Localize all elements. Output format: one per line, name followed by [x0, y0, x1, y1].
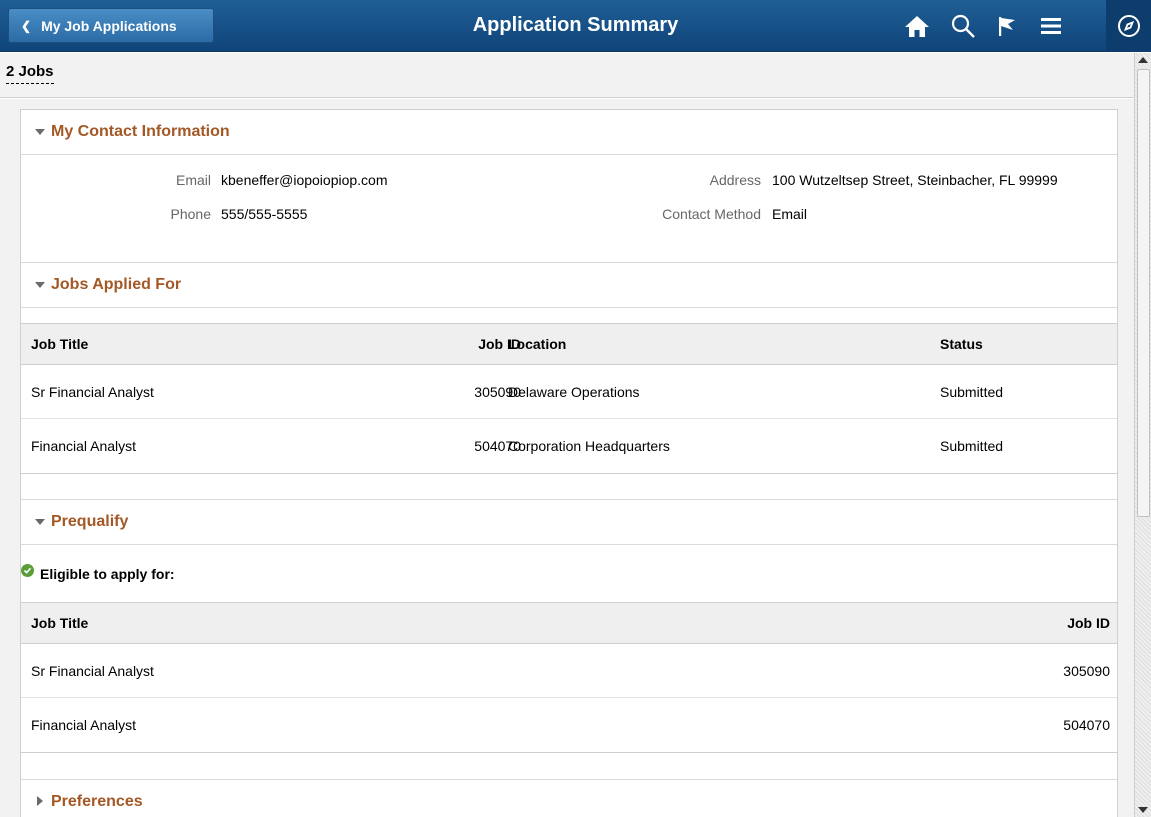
collapsed-triangle-icon [37, 796, 43, 806]
table-row[interactable]: Financial Analyst 504070 [21, 698, 1117, 752]
job-location: Corporation Headquarters [508, 438, 670, 454]
table-row[interactable]: Financial Analyst 504070 Corporation Hea… [21, 419, 1117, 473]
home-icon[interactable] [900, 10, 934, 42]
expand-triangle-icon [35, 282, 45, 288]
address-label: Address [709, 172, 761, 188]
col-header-status: Status [940, 336, 983, 352]
navbar-compass-icon[interactable] [1112, 10, 1146, 42]
col-header-job-id: Job ID [1067, 615, 1110, 631]
job-title: Financial Analyst [31, 717, 137, 733]
expand-triangle-icon [35, 519, 45, 525]
col-header-job-title: Job Title [31, 615, 89, 631]
section-title: My Contact Information [51, 123, 230, 140]
job-title: Sr Financial Analyst [31, 383, 154, 400]
job-id: 305090 [474, 383, 521, 400]
job-id: 305090 [1063, 662, 1110, 679]
phone-label: Phone [170, 206, 211, 222]
job-title: Sr Financial Analyst [31, 662, 154, 679]
col-header-job-id: Job ID [478, 336, 521, 352]
eligible-label: Eligible to apply for: [40, 566, 175, 582]
scroll-down-arrow-icon[interactable] [1138, 807, 1148, 813]
jobs-applied-table: Job Title Job ID Location Status Sr Fina… [21, 323, 1117, 474]
prequalify-table: Job Title Job ID Sr Financial Analyst 30… [21, 602, 1117, 753]
section-prequalify-header[interactable]: Prequalify [21, 500, 1117, 545]
email-label: Email [175, 172, 211, 188]
address-value: 100 Wutzeltsep Street, Steinbacher, FL 9… [772, 172, 1058, 188]
table-row[interactable]: Sr Financial Analyst 305090 Delaware Ope… [21, 365, 1117, 419]
scrollbar-thumb[interactable] [1137, 69, 1150, 517]
job-status: Submitted [940, 383, 1004, 400]
job-status: Submitted [940, 438, 1004, 454]
email-value: kbeneffer@iopoiopiop.com [221, 172, 388, 188]
expand-triangle-icon [35, 129, 45, 135]
content-area: My Contact Information Email kbeneffer@i… [0, 99, 1134, 817]
app-header: ❮ My Job Applications Application Summar… [0, 0, 1151, 52]
subheader: 2 Jobs [0, 53, 1134, 98]
col-header-location: Location [508, 336, 567, 352]
table-header: Job Title Job ID [21, 603, 1117, 644]
scroll-up-arrow-icon[interactable] [1138, 57, 1148, 63]
check-circle-icon [21, 563, 34, 577]
contact-method-value: Email [772, 206, 808, 222]
section-contact-header[interactable]: My Contact Information [21, 110, 1117, 155]
job-id: 504070 [474, 438, 521, 454]
summary-panel: My Contact Information Email kbeneffer@i… [20, 109, 1118, 817]
search-icon[interactable] [946, 10, 980, 42]
section-title: Jobs Applied For [51, 276, 182, 293]
col-header-job-title: Job Title [31, 336, 89, 352]
table-header: Job Title Job ID Location Status [21, 324, 1117, 365]
menu-icon[interactable] [1034, 10, 1068, 42]
eligible-label-wrap: Eligible to apply for: [21, 563, 175, 582]
eligible-row: Eligible to apply for: [21, 563, 421, 588]
back-button-label: My Job Applications [41, 17, 177, 34]
chevron-left-icon: ❮ [21, 18, 32, 33]
flag-icon[interactable] [990, 10, 1024, 42]
jobs-count-link[interactable]: 2 Jobs [6, 63, 54, 84]
vertical-scrollbar[interactable] [1134, 53, 1151, 817]
section-preferences-header[interactable]: Preferences [21, 780, 1117, 817]
back-button[interactable]: ❮ My Job Applications [8, 8, 214, 43]
job-id: 504070 [1063, 717, 1110, 733]
section-title: Prequalify [51, 513, 129, 530]
job-location: Delaware Operations [508, 383, 640, 400]
job-title: Financial Analyst [31, 438, 137, 454]
contact-method-label: Contact Method [662, 206, 761, 222]
phone-value: 555/555-5555 [221, 206, 308, 222]
section-title: Preferences [51, 793, 143, 810]
table-row[interactable]: Sr Financial Analyst 305090 [21, 644, 1117, 698]
section-jobs-applied-header[interactable]: Jobs Applied For [21, 263, 1117, 308]
